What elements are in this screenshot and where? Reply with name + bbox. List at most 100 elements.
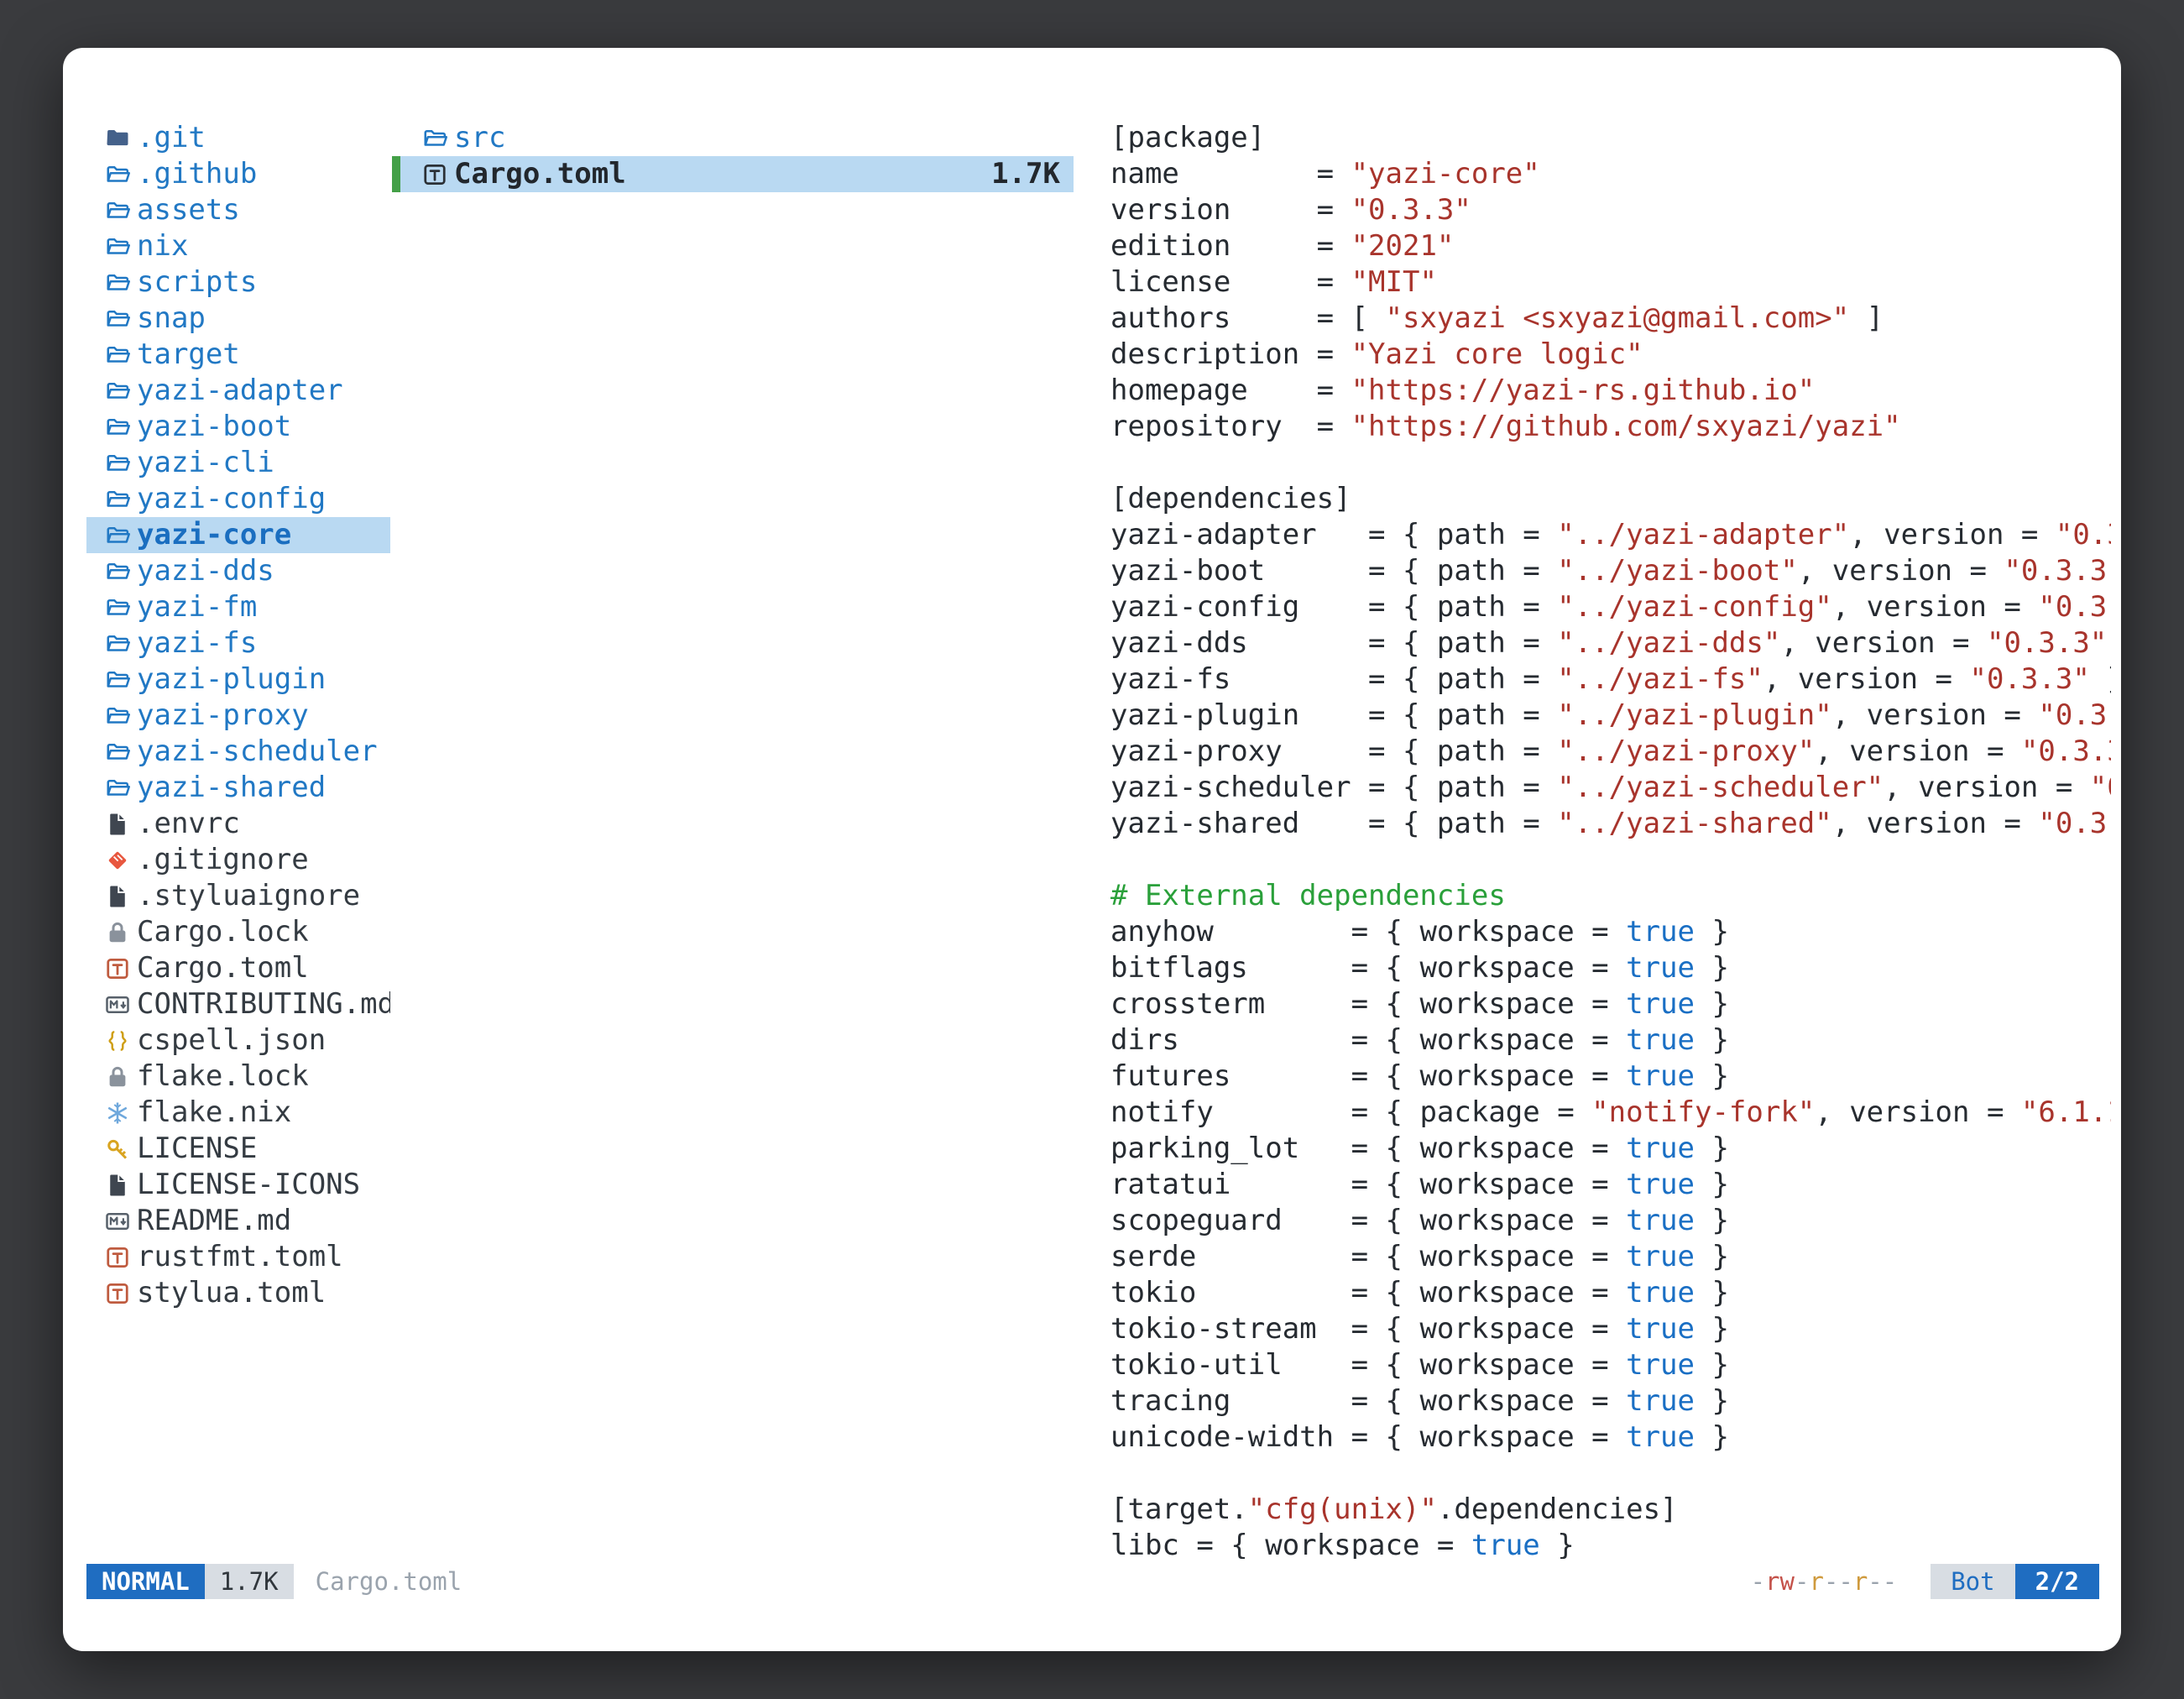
git-diamond-icon [105, 848, 130, 873]
preview-line: serde = { workspace = true } [1110, 1239, 2111, 1275]
parent-item-Cargo.toml[interactable]: Cargo.toml [86, 950, 390, 986]
parent-item-yazi-dds[interactable]: yazi-dds [86, 553, 390, 589]
folder-icon [105, 631, 130, 656]
parent-item-README.md[interactable]: README.md [86, 1203, 390, 1239]
file-name: yazi-scheduler [137, 734, 378, 770]
preview-line: yazi-shared = { path = "../yazi-shared",… [1110, 806, 2111, 842]
parent-item-.gitignore[interactable]: .gitignore [86, 842, 390, 878]
parent-item-flake.nix[interactable]: flake.nix [86, 1095, 390, 1131]
folder-icon [105, 306, 130, 332]
parent-item-.styluaignore[interactable]: .styluaignore [86, 878, 390, 914]
file-name: yazi-shared [137, 770, 326, 806]
parent-item-scripts[interactable]: scripts [86, 264, 390, 301]
folder-icon [105, 487, 130, 512]
status-bar: NORMAL 1.7K Cargo.toml -rw-r--r-- Bot 2/… [86, 1564, 2099, 1599]
parent-item-yazi-config[interactable]: yazi-config [86, 481, 390, 517]
preview-line: authors = [ "sxyazi <sxyazi@gmail.com>" … [1110, 301, 2111, 337]
file-name: .git [137, 120, 206, 156]
folder-icon [105, 667, 130, 693]
preview-line: unicode-width = { workspace = true } [1110, 1419, 2111, 1456]
preview-line: tokio = { workspace = true } [1110, 1275, 2111, 1311]
scroll-position: Bot [1931, 1564, 2014, 1599]
current-item-Cargo.toml[interactable]: Cargo.toml1.7K [392, 156, 1074, 192]
preview-line: parking_lot = { workspace = true } [1110, 1131, 2111, 1167]
toml-icon [105, 956, 130, 981]
parent-item-yazi-core[interactable]: yazi-core [86, 517, 390, 553]
parent-item-cspell.json[interactable]: cspell.json [86, 1022, 390, 1059]
preview-line: # External dependencies [1110, 878, 2111, 914]
parent-item-yazi-scheduler[interactable]: yazi-scheduler [86, 734, 390, 770]
parent-item-yazi-fm[interactable]: yazi-fm [86, 589, 390, 625]
preview-line: tokio-stream = { workspace = true } [1110, 1311, 2111, 1347]
file-name: CONTRIBUTING.md [137, 986, 390, 1022]
file-name: flake.lock [137, 1059, 309, 1095]
file-name: cspell.json [137, 1022, 326, 1059]
parent-item-stylua.toml[interactable]: stylua.toml [86, 1275, 390, 1311]
preview-pane: [package]name = "yazi-core"version = "0.… [1110, 120, 2111, 1559]
file-name: Cargo.toml [454, 156, 626, 192]
preview-line: crossterm = { workspace = true } [1110, 986, 2111, 1022]
folder-icon [105, 523, 130, 548]
folder-icon [422, 126, 447, 151]
file-name: yazi-fm [137, 589, 257, 625]
git-folder-icon [105, 126, 130, 151]
parent-item-yazi-fs[interactable]: yazi-fs [86, 625, 390, 661]
preview-line: futures = { workspace = true } [1110, 1059, 2111, 1095]
file-icon [105, 812, 130, 837]
folder-icon [105, 776, 130, 801]
parent-item-.envrc[interactable]: .envrc [86, 806, 390, 842]
parent-item-LICENSE[interactable]: LICENSE [86, 1131, 390, 1167]
preview-line: tokio-util = { workspace = true } [1110, 1347, 2111, 1383]
parent-item-.git[interactable]: .git [86, 120, 390, 156]
parent-item-flake.lock[interactable]: flake.lock [86, 1059, 390, 1095]
preview-line: yazi-scheduler = { path = "../yazi-sched… [1110, 770, 2111, 806]
parent-item-rustfmt.toml[interactable]: rustfmt.toml [86, 1239, 390, 1275]
lock-icon [105, 1064, 130, 1090]
file-permissions: -rw-r--r-- [1751, 1567, 1898, 1596]
parent-item-.github[interactable]: .github [86, 156, 390, 192]
file-name: yazi-proxy [137, 698, 309, 734]
preview-line: homepage = "https://yazi-rs.github.io" [1110, 373, 2111, 409]
toml-icon [105, 1281, 130, 1306]
folder-icon [105, 342, 130, 368]
parent-item-assets[interactable]: assets [86, 192, 390, 228]
current-item-src[interactable]: src [392, 120, 1074, 156]
file-name: Cargo.lock [137, 914, 309, 950]
parent-item-yazi-adapter[interactable]: yazi-adapter [86, 373, 390, 409]
file-name: yazi-config [137, 481, 326, 517]
parent-item-yazi-boot[interactable]: yazi-boot [86, 409, 390, 445]
preview-line: description = "Yazi core logic" [1110, 337, 2111, 373]
preview-line: notify = { package = "notify-fork", vers… [1110, 1095, 2111, 1131]
preview-line: yazi-dds = { path = "../yazi-dds", versi… [1110, 625, 2111, 661]
parent-item-yazi-shared[interactable]: yazi-shared [86, 770, 390, 806]
parent-item-LICENSE-ICONS[interactable]: LICENSE-ICONS [86, 1167, 390, 1203]
file-name: .gitignore [137, 842, 309, 878]
folder-icon [105, 451, 130, 476]
file-icon [105, 1173, 130, 1198]
parent-item-yazi-proxy[interactable]: yazi-proxy [86, 698, 390, 734]
file-name: yazi-cli [137, 445, 274, 481]
preview-line: version = "0.3.3" [1110, 192, 2111, 228]
folder-icon [105, 379, 130, 404]
parent-item-CONTRIBUTING.md[interactable]: CONTRIBUTING.md [86, 986, 390, 1022]
parent-item-yazi-cli[interactable]: yazi-cli [86, 445, 390, 481]
preview-line: anyhow = { workspace = true } [1110, 914, 2111, 950]
toml-icon [422, 162, 447, 187]
parent-pane: .git.githubassetsnixscriptssnaptargetyaz… [86, 120, 390, 1311]
folder-icon [105, 559, 130, 584]
file-name: LICENSE [137, 1131, 257, 1167]
preview-line: yazi-boot = { path = "../yazi-boot", ver… [1110, 553, 2111, 589]
file-name: assets [137, 192, 240, 228]
snowflake-icon [105, 1100, 130, 1126]
file-name: .envrc [137, 806, 240, 842]
parent-item-target[interactable]: target [86, 337, 390, 373]
parent-item-nix[interactable]: nix [86, 228, 390, 264]
current-file-name: Cargo.toml [316, 1567, 462, 1596]
file-name: snap [137, 301, 206, 337]
preview-line: bitflags = { workspace = true } [1110, 950, 2111, 986]
file-name: flake.nix [137, 1095, 291, 1131]
parent-item-Cargo.lock[interactable]: Cargo.lock [86, 914, 390, 950]
preview-line: ratatui = { workspace = true } [1110, 1167, 2111, 1203]
parent-item-snap[interactable]: snap [86, 301, 390, 337]
parent-item-yazi-plugin[interactable]: yazi-plugin [86, 661, 390, 698]
